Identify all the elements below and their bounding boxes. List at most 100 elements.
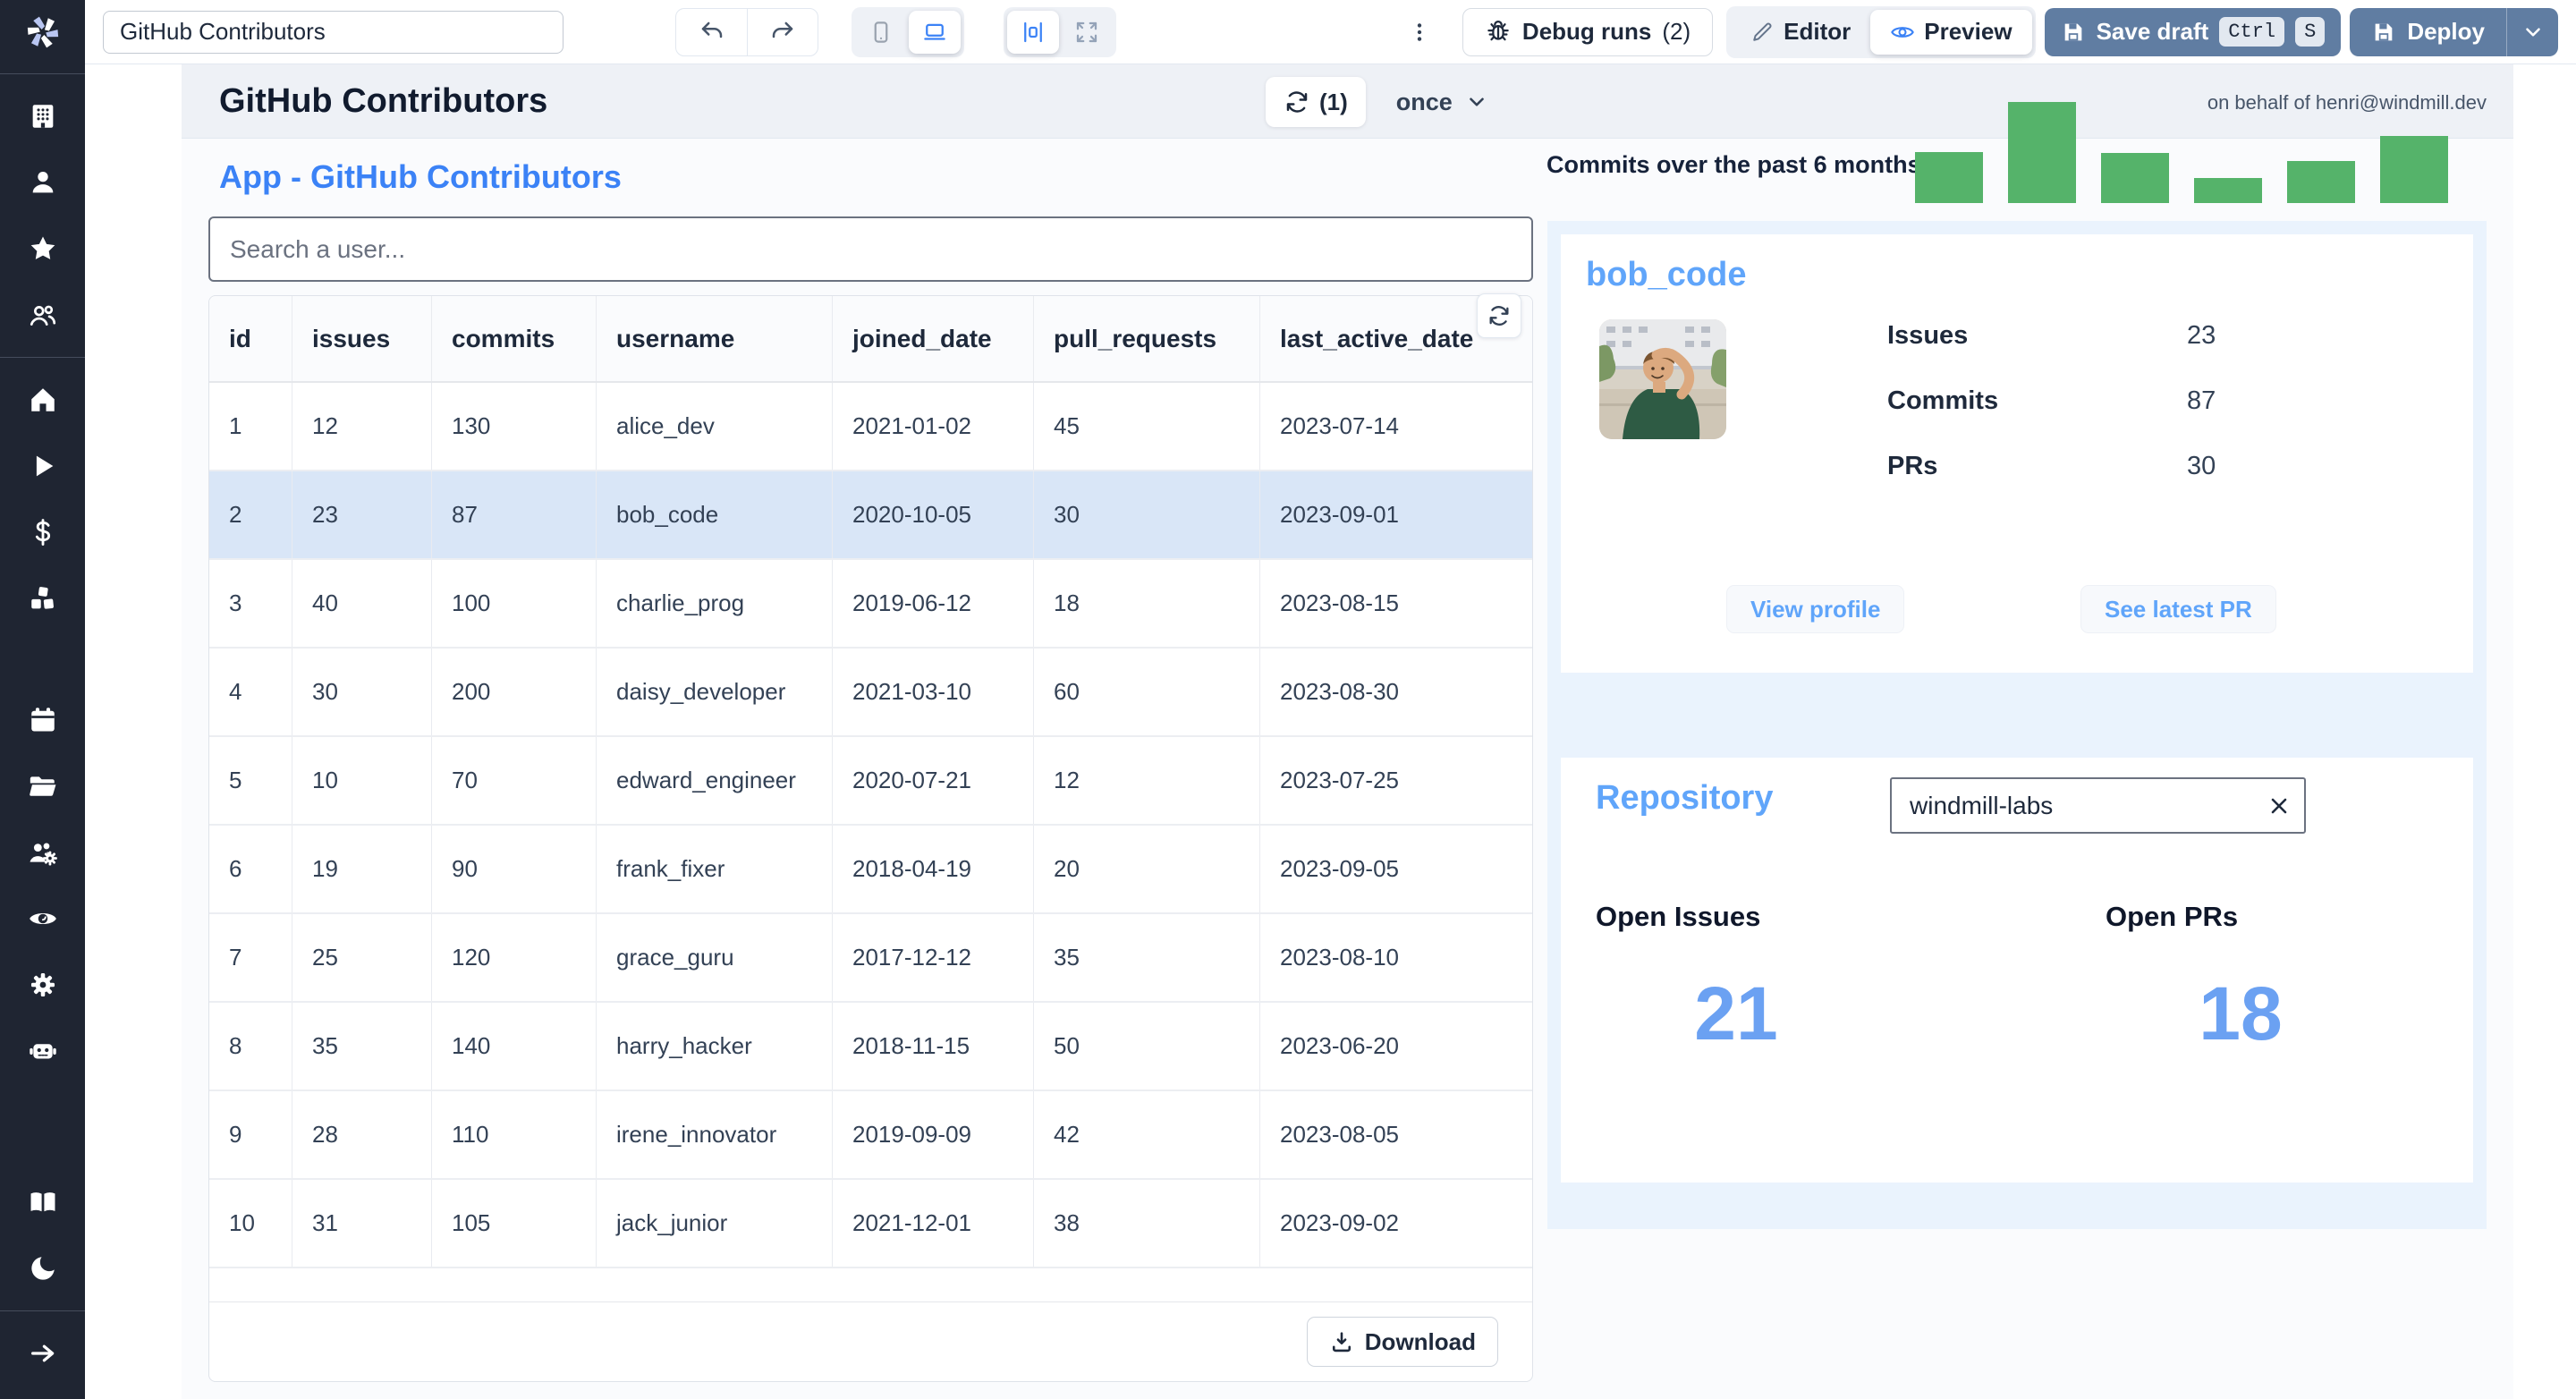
eye-icon[interactable]: [25, 901, 61, 937]
deploy-options-button[interactable]: [2506, 7, 2558, 56]
user-icon[interactable]: [25, 165, 61, 200]
table-cell: 9: [209, 1091, 292, 1178]
users-gear-icon[interactable]: [25, 835, 61, 870]
preview-tab[interactable]: Preview: [1870, 9, 2032, 55]
more-options-button[interactable]: [1402, 21, 1437, 44]
deploy-button-group: Deploy: [2350, 7, 2558, 56]
table-row[interactable]: 6 19 90 frank_fixer 2018-04-19 20 2023-09-05: [209, 826, 1532, 914]
search-input[interactable]: [208, 216, 1533, 282]
table-cell: 1: [209, 383, 292, 470]
download-icon: [1332, 1332, 1351, 1352]
dollar-icon[interactable]: [25, 514, 61, 550]
table-cell: 30: [292, 649, 432, 735]
table-cell: 2017-12-12: [833, 914, 1034, 1001]
editor-tab[interactable]: Editor: [1730, 10, 1870, 55]
redo-button[interactable]: [747, 8, 818, 55]
table-header-row: id issues commits username joined_date pull_r…: [209, 296, 1532, 383]
table-cell: 23: [292, 471, 432, 558]
column-header-id[interactable]: id: [209, 296, 292, 381]
detail-panel: bob_code Issues 23 Commits 87 PRs 30 Vie…: [1547, 221, 2487, 1229]
table-cell: irene_innovator: [597, 1091, 833, 1178]
debug-runs-button[interactable]: Debug runs (2): [1462, 7, 1714, 56]
table-cell: 25: [292, 914, 432, 1001]
app-refresh-button[interactable]: (1): [1266, 77, 1366, 127]
kbd-s: S: [2295, 17, 2326, 47]
table-row[interactable]: 1 12 130 alice_dev 2021-01-02 45 2023-07-14: [209, 383, 1532, 471]
chart-label: Commits over the past 6 months:: [1546, 151, 1929, 178]
table-row[interactable]: 8 35 140 harry_hacker 2018-11-15 50 2023-06-20: [209, 1003, 1532, 1091]
table-refresh-button[interactable]: [1477, 293, 1521, 338]
see-latest-pr-button[interactable]: See latest PR: [2080, 585, 2276, 633]
table-cell: harry_hacker: [597, 1003, 833, 1090]
table-row[interactable]: 9 28 110 irene_innovator 2019-09-09 42 2023-08…: [209, 1091, 1532, 1180]
table-cell: 2023-09-02: [1280, 1209, 1399, 1236]
folder-icon[interactable]: [25, 768, 61, 804]
book-icon[interactable]: [25, 1184, 61, 1220]
commit-bar: [2287, 161, 2355, 203]
table-row[interactable]: 7 25 120 grace_guru 2017-12-12 35 2023-08-10: [209, 914, 1532, 1003]
schedule-dropdown[interactable]: once: [1396, 89, 1488, 116]
calendar-icon[interactable]: [25, 702, 61, 738]
app-name-input[interactable]: [103, 10, 564, 54]
repository-input[interactable]: [1892, 791, 2254, 820]
table-cell: 10: [292, 737, 432, 824]
table-cell: 2023-06-20: [1280, 1032, 1399, 1059]
column-header-pull_requests[interactable]: pull_requests: [1034, 296, 1260, 381]
star-icon[interactable]: [25, 231, 61, 267]
table-cell: 8: [209, 1003, 292, 1090]
table-row[interactable]: 5 10 70 edward_engineer 2020-07-21 12 2023-07-…: [209, 737, 1532, 826]
table-cell: 87: [432, 471, 597, 558]
deploy-label: Deploy: [2407, 18, 2485, 45]
sidebar: [0, 0, 85, 1399]
robot-icon[interactable]: [25, 1033, 61, 1069]
table-empty-row: [209, 1268, 1532, 1302]
refresh-count: (1): [1319, 88, 1348, 115]
table-cell: 2023-07-25: [1280, 767, 1399, 793]
stat-value-prs: 30: [2187, 452, 2216, 480]
gear-icon[interactable]: [25, 967, 61, 1003]
table-cell: alice_dev: [597, 383, 833, 470]
column-header-issues[interactable]: issues: [292, 296, 432, 381]
eye-icon: [1891, 26, 1915, 38]
windmill-logo[interactable]: [0, 0, 85, 64]
table-row[interactable]: 2 23 87 bob_code 2020-10-05 30 2023-09-01: [209, 471, 1532, 560]
mobile-view-button[interactable]: [855, 11, 907, 54]
table-cell: 2023-08-30: [1280, 678, 1399, 705]
users-icon[interactable]: [25, 297, 61, 333]
commit-bar: [2380, 136, 2448, 203]
column-header-joined_date[interactable]: joined_date: [833, 296, 1034, 381]
column-header-commits[interactable]: commits: [432, 296, 597, 381]
view-profile-button[interactable]: View profile: [1726, 585, 1905, 633]
table-row[interactable]: 10 31 105 jack_junior 2021-12-01 38 2023-09-02: [209, 1180, 1532, 1268]
table-cell: 110: [432, 1091, 597, 1178]
column-header-username[interactable]: username: [597, 296, 833, 381]
fullscreen-button[interactable]: [1061, 11, 1113, 54]
table-row[interactable]: 3 40 100 charlie_prog 2019-06-12 18 2023-08-15: [209, 560, 1532, 649]
moon-icon[interactable]: [25, 1251, 61, 1286]
center-align-button[interactable]: [1007, 10, 1059, 54]
cubes-icon[interactable]: [25, 581, 61, 616]
undo-button[interactable]: [676, 9, 747, 55]
stat-label-prs: PRs: [1887, 452, 1938, 480]
table-cell: 50: [1034, 1003, 1260, 1090]
clear-input-button[interactable]: [2254, 781, 2304, 831]
table-row[interactable]: 4 30 200 daisy_developer 2021-03-10 60 2023-08…: [209, 649, 1532, 737]
save-icon: [2064, 23, 2081, 40]
table-cell: 2: [209, 471, 292, 558]
table-footer: Download: [209, 1302, 1532, 1381]
table-cell: edward_engineer: [597, 737, 833, 824]
deploy-button[interactable]: Deploy: [2350, 18, 2506, 46]
table-cell: 2018-11-15: [833, 1003, 1034, 1090]
save-draft-button[interactable]: Save draft Ctrl S: [2044, 7, 2342, 56]
device-toggle-group: [852, 6, 964, 57]
arrow-right-icon[interactable]: [25, 1335, 61, 1371]
table-cell: 2023-08-15: [1280, 589, 1399, 616]
play-icon[interactable]: [25, 448, 61, 484]
desktop-view-button[interactable]: [909, 10, 961, 54]
open-issues-value: 21: [1694, 971, 1778, 1056]
download-button[interactable]: Download: [1306, 1317, 1498, 1367]
home-icon[interactable]: [25, 382, 61, 418]
table-cell: 12: [1034, 737, 1260, 824]
building-icon[interactable]: [25, 98, 61, 134]
refresh-icon: [1286, 91, 1308, 113]
